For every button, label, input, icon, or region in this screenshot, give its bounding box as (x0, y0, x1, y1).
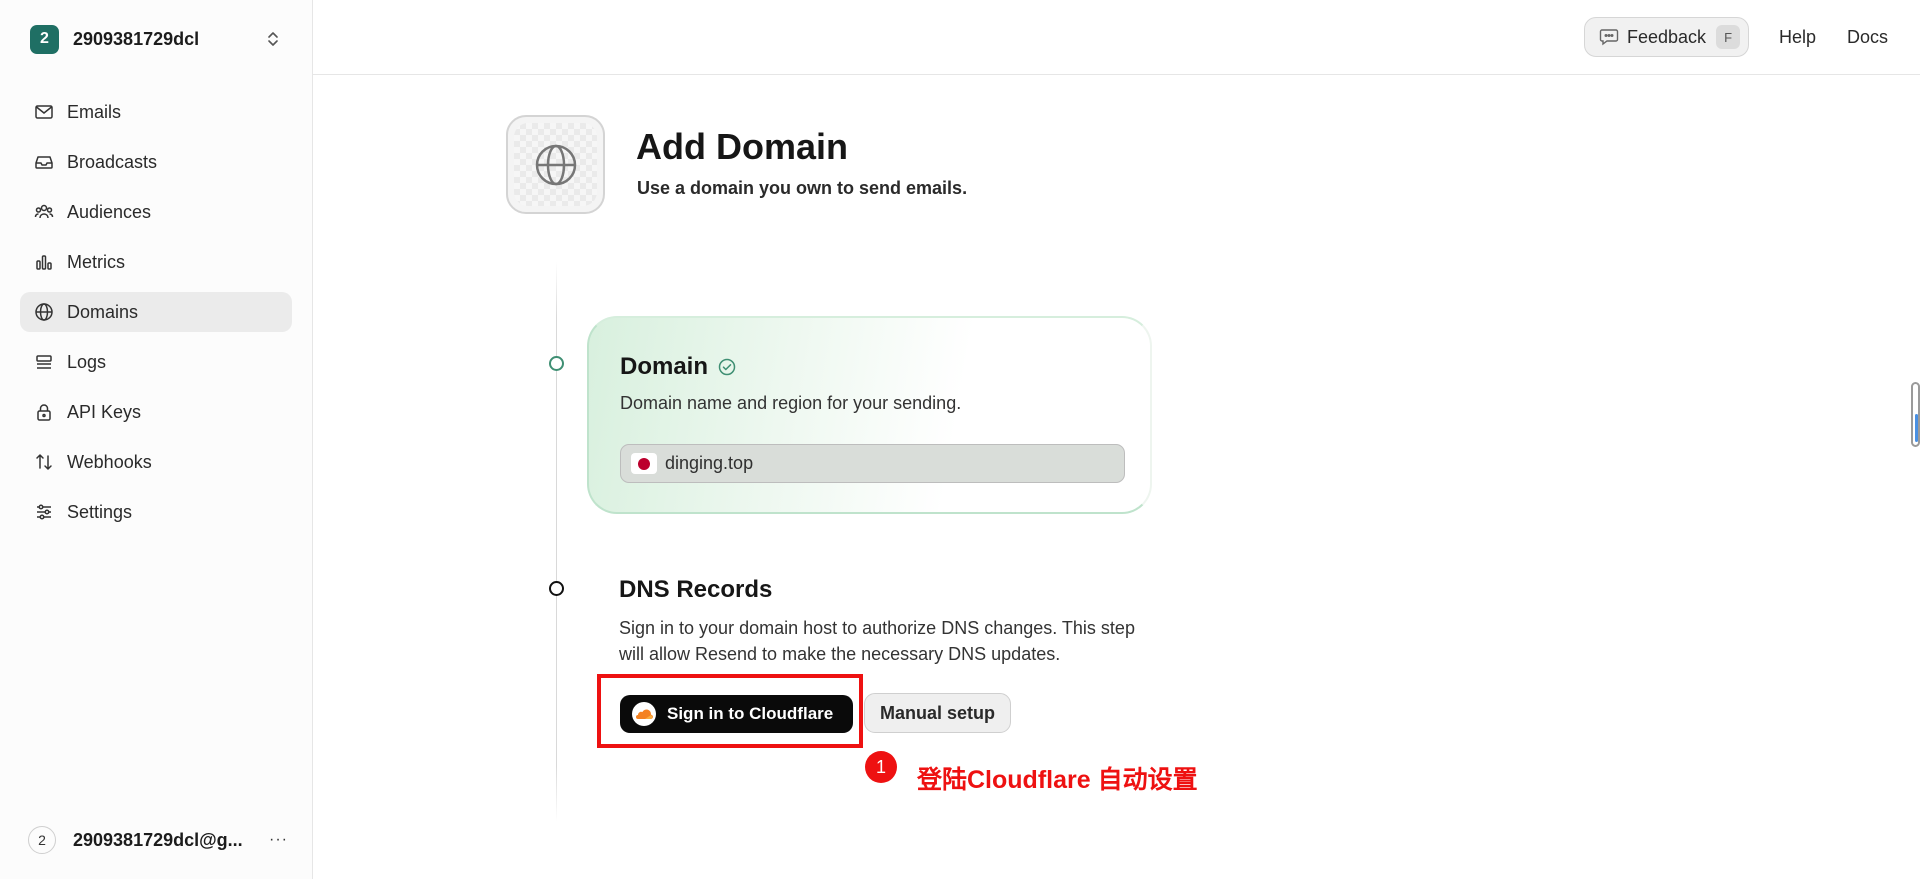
step-indicator-complete (549, 356, 564, 371)
sidebar-item-label: Settings (67, 501, 133, 522)
annotation-number: 1 (865, 751, 897, 783)
chevron-updown-icon[interactable] (262, 28, 284, 50)
help-link[interactable]: Help (1779, 27, 1816, 48)
top-bar: Feedback F Help Docs (313, 0, 1920, 75)
user-email: 2909381729dcl@g... (73, 829, 243, 850)
page-title: Add Domain (636, 126, 848, 167)
sidebar-item-label: Logs (67, 351, 107, 372)
sidebar-item-label: Broadcasts (67, 151, 158, 172)
japan-flag-icon (631, 453, 657, 474)
chat-bubble-icon (1599, 29, 1619, 46)
bar-chart-icon (34, 252, 54, 272)
step-indicator-current (549, 581, 564, 596)
domain-value: dinging.top (665, 453, 754, 473)
domain-step-description: Domain name and region for your sending. (620, 393, 962, 413)
docs-link[interactable]: Docs (1847, 27, 1888, 48)
check-circle-icon (718, 358, 736, 376)
annotation-highlight-box (597, 674, 863, 748)
inbox-icon (34, 152, 54, 172)
page-subtitle: Use a domain you own to send emails. (637, 178, 968, 198)
sidebar-item-logs[interactable]: Logs (20, 342, 292, 382)
sidebar-item-label: Emails (67, 101, 122, 122)
user-menu[interactable]: 2 2909381729dcl@g... ··· (28, 826, 288, 854)
sidebar-item-label: Metrics (67, 251, 125, 272)
page-icon (506, 115, 605, 214)
sidebar-item-label: Domains (67, 301, 139, 322)
sliders-icon (34, 502, 54, 522)
team-switcher[interactable]: 2 2909381729dcl (30, 24, 284, 54)
feedback-shortcut: F (1716, 25, 1741, 49)
domain-field[interactable]: dinging.top (620, 444, 1125, 483)
sidebar-item-broadcasts[interactable]: Broadcasts (20, 142, 292, 182)
dns-step-description: Sign in to your domain host to authorize… (619, 618, 1135, 664)
users-icon (34, 202, 54, 222)
more-icon[interactable]: ··· (269, 831, 288, 849)
mail-icon (34, 102, 54, 122)
feedback-label: Feedback (1627, 26, 1707, 47)
domain-step-card: Domain Domain name and region for your s… (587, 316, 1152, 514)
avatar: 2 (28, 826, 56, 854)
feedback-button[interactable]: Feedback F (1584, 17, 1749, 57)
globe-icon (34, 302, 54, 322)
sidebar: 2 2909381729dcl Emails Broadcasts Audien… (0, 0, 313, 879)
sidebar-item-label: API Keys (67, 401, 142, 422)
timeline-line (556, 262, 557, 822)
sidebar-item-metrics[interactable]: Metrics (20, 242, 292, 282)
sidebar-nav: Emails Broadcasts Audiences Metrics Doma… (20, 92, 292, 542)
annotation-text: 登陆Cloudflare 自动设置 (917, 766, 1198, 794)
logs-icon (34, 352, 54, 372)
sidebar-item-audiences[interactable]: Audiences (20, 192, 292, 232)
sidebar-item-label: Audiences (67, 201, 152, 222)
lock-icon (34, 402, 54, 422)
dns-step-title: DNS Records (619, 576, 773, 603)
sidebar-item-emails[interactable]: Emails (20, 92, 292, 132)
sidebar-item-domains[interactable]: Domains (20, 292, 292, 332)
sidebar-item-settings[interactable]: Settings (20, 492, 292, 532)
team-badge: 2 (30, 24, 59, 54)
domain-step-title: Domain (620, 353, 709, 380)
scroll-indicator[interactable] (1911, 382, 1920, 447)
team-name: 2909381729dcl (73, 28, 200, 49)
arrows-icon (34, 452, 54, 472)
manual-setup-button[interactable]: Manual setup (864, 693, 1011, 733)
sidebar-item-webhooks[interactable]: Webhooks (20, 442, 292, 482)
sidebar-item-api-keys[interactable]: API Keys (20, 392, 292, 432)
globe-icon (535, 144, 576, 185)
sidebar-item-label: Webhooks (67, 451, 152, 472)
